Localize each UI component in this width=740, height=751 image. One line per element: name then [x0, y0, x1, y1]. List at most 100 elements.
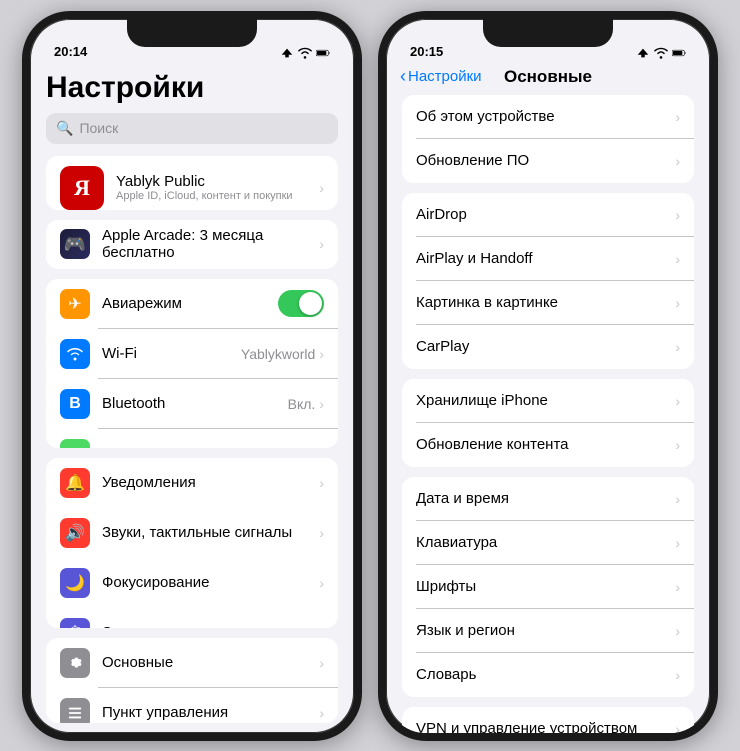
arcade-label: Apple Arcade: 3 месяца бесплатно: [102, 227, 319, 261]
section-vpn: VPN и управление устройством ›: [402, 707, 694, 733]
icon-bluetooth: B: [60, 389, 90, 419]
label-keyboard: Клавиатура: [416, 534, 675, 551]
icon-focus: 🌙: [60, 568, 90, 598]
label-pip: Картинка в картинке: [416, 294, 675, 311]
row-focus[interactable]: 🌙 Фокусирование ›: [46, 558, 338, 608]
user-row[interactable]: Я Yablyk Public Apple ID, iCloud, контен…: [46, 156, 338, 210]
section-device: Об этом устройстве › Обновление ПО ›: [402, 95, 694, 183]
right-phone-content: ‹ Настройки Основные Об этом устройстве …: [386, 63, 710, 733]
chevron-sounds: ›: [319, 525, 324, 541]
search-bar[interactable]: 🔍 Поиск: [46, 113, 338, 144]
value-bluetooth: Вкл.: [288, 396, 316, 412]
left-status-icons: [280, 47, 330, 59]
row-vpn[interactable]: VPN и управление устройством ›: [402, 707, 694, 733]
section-date-language: Дата и время › Клавиатура › Шрифты › Язы…: [402, 477, 694, 697]
label-iphone-storage: Хранилище iPhone: [416, 392, 675, 409]
icon-general: [60, 648, 90, 678]
chevron-airdrop: ›: [675, 207, 680, 223]
label-bluetooth: Bluetooth: [102, 395, 165, 412]
row-iphone-storage[interactable]: Хранилище iPhone ›: [402, 379, 694, 423]
wifi-small-icon: [66, 347, 84, 361]
icon-cellular: [60, 439, 90, 449]
section-airdrop: AirDrop › AirPlay и Handoff › Картинка в…: [402, 193, 694, 369]
chevron-fonts: ›: [675, 579, 680, 595]
value-wifi: Yablykworld: [241, 346, 315, 362]
label-screentime: Экранное время: [102, 624, 217, 628]
user-chevron: ›: [319, 180, 324, 196]
left-status-time: 20:14: [54, 44, 87, 59]
row-keyboard[interactable]: Клавиатура ›: [402, 521, 694, 565]
controlcenter-icon: [67, 705, 83, 721]
row-language-region[interactable]: Язык и регион ›: [402, 609, 694, 653]
row-airplane[interactable]: ✈ Авиарежим: [46, 279, 338, 329]
chevron-pip: ›: [675, 295, 680, 311]
label-wifi: Wi-Fi: [102, 345, 137, 362]
back-chevron-icon: ‹: [400, 66, 406, 87]
label-about: Об этом устройстве: [416, 108, 675, 125]
nav-title: Основные: [504, 67, 592, 87]
row-wifi[interactable]: Wi-Fi Yablykworld ›: [46, 329, 338, 379]
row-bluetooth[interactable]: B Bluetooth Вкл. ›: [46, 379, 338, 429]
right-airplane-icon: [636, 47, 650, 59]
left-phone: 20:14 Настройки 🔍 Поиск Я Yablyk Public …: [22, 11, 362, 741]
label-notifications: Уведомления: [102, 474, 196, 491]
right-phone: 20:15 ‹ Настройки Основные Об э: [378, 11, 718, 741]
right-status-time: 20:15: [410, 44, 443, 59]
arcade-row[interactable]: 🎮 Apple Arcade: 3 месяца бесплатно ›: [46, 220, 338, 269]
row-notifications[interactable]: 🔔 Уведомления ›: [46, 458, 338, 508]
battery-icon: [316, 47, 330, 59]
section-storage: Хранилище iPhone › Обновление контента ›: [402, 379, 694, 467]
row-airdrop[interactable]: AirDrop ›: [402, 193, 694, 237]
row-carplay[interactable]: CarPlay ›: [402, 325, 694, 369]
nav-bar: ‹ Настройки Основные: [386, 63, 710, 95]
gear-icon: [67, 655, 83, 671]
row-airplay-handoff[interactable]: AirPlay и Handoff ›: [402, 237, 694, 281]
chevron-screentime: ›: [319, 625, 324, 628]
icon-wifi: [60, 339, 90, 369]
nav-back-button[interactable]: ‹ Настройки: [400, 66, 482, 87]
row-about[interactable]: Об этом устройстве ›: [402, 95, 694, 139]
right-notch: [483, 19, 613, 47]
chevron-bluetooth: ›: [319, 396, 324, 412]
phones-container: 20:14 Настройки 🔍 Поиск Я Yablyk Public …: [0, 0, 740, 751]
label-general: Основные: [102, 654, 173, 671]
row-controlcenter[interactable]: Пункт управления ›: [46, 688, 338, 723]
right-wifi-icon: [654, 47, 668, 59]
row-datetime[interactable]: Дата и время ›: [402, 477, 694, 521]
section-general: Основные › Пункт управления ›: [46, 638, 338, 723]
user-sub: Apple ID, iCloud, контент и покупки: [116, 190, 319, 202]
user-card: Я Yablyk Public Apple ID, iCloud, контен…: [46, 156, 338, 210]
toggle-airplane[interactable]: [278, 290, 324, 317]
wifi-icon: [298, 47, 312, 59]
chevron-background-refresh: ›: [675, 437, 680, 453]
label-language-region: Язык и регион: [416, 622, 675, 639]
icon-airplane: ✈: [60, 289, 90, 319]
section-connectivity: ✈ Авиарежим Wi-Fi Yablykworld › B Blueto: [46, 279, 338, 449]
label-fonts: Шрифты: [416, 578, 675, 595]
cellular-icon: [66, 447, 84, 449]
row-general[interactable]: Основные ›: [46, 638, 338, 688]
row-dictionary[interactable]: Словарь ›: [402, 653, 694, 697]
row-software-update[interactable]: Обновление ПО ›: [402, 139, 694, 183]
nav-back-label: Настройки: [408, 68, 482, 85]
row-pip[interactable]: Картинка в картинке ›: [402, 281, 694, 325]
label-vpn: VPN и управление устройством: [416, 720, 675, 733]
chevron-airplay-handoff: ›: [675, 251, 680, 267]
right-status-icons: [636, 47, 686, 59]
row-cellular[interactable]: Сотовая связь Выкл. ›: [46, 429, 338, 449]
chevron-controlcenter: ›: [319, 705, 324, 721]
left-phone-content: Настройки 🔍 Поиск Я Yablyk Public Apple …: [30, 63, 354, 733]
row-fonts[interactable]: Шрифты ›: [402, 565, 694, 609]
chevron-wifi: ›: [319, 346, 324, 362]
airplane-icon: [280, 47, 294, 59]
chevron-datetime: ›: [675, 491, 680, 507]
chevron-general: ›: [319, 655, 324, 671]
row-background-refresh[interactable]: Обновление контента ›: [402, 423, 694, 467]
arcade-chevron: ›: [319, 236, 324, 252]
label-cellular: Сотовая связь: [102, 445, 202, 449]
search-placeholder: Поиск: [79, 120, 118, 136]
label-datetime: Дата и время: [416, 490, 675, 507]
row-sounds[interactable]: 🔊 Звуки, тактильные сигналы ›: [46, 508, 338, 558]
row-screentime[interactable]: ⏱ Экранное время ›: [46, 608, 338, 628]
chevron-language-region: ›: [675, 623, 680, 639]
